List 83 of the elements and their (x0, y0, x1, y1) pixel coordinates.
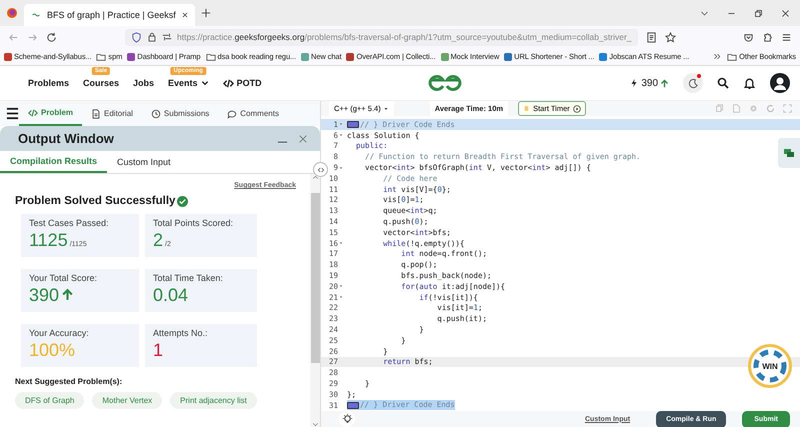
stat-label: Total Points Scored: (153, 218, 234, 228)
code-icon (28, 108, 38, 118)
folder-icon (206, 52, 216, 62)
code-icon (222, 78, 234, 88)
nav-link[interactable]: Problems (28, 78, 70, 88)
browser-tab[interactable]: BFS of graph | Practice | Geeksf (24, 4, 195, 26)
bell-icon[interactable] (743, 76, 756, 90)
document-icon (91, 108, 102, 118)
nav-link[interactable]: Events (168, 78, 198, 88)
problem-tab[interactable]: Comments (218, 101, 288, 126)
tab-title: BFS of graph | Practice | Geeksf (47, 10, 176, 20)
close-icon[interactable] (781, 8, 790, 18)
scroll-down-icon (312, 421, 318, 427)
hint-button[interactable] (339, 411, 355, 427)
output-tab[interactable]: Custom Input (107, 151, 181, 173)
caret-icon (382, 106, 389, 112)
chat-icon (783, 147, 795, 159)
clock-icon (150, 108, 161, 118)
stat-label: Attempts No.: (153, 328, 209, 338)
suggestion-chip[interactable]: DFS of Graph (15, 392, 84, 409)
theme-toggle[interactable] (683, 73, 704, 93)
problem-tab[interactable]: Editorial (82, 101, 142, 126)
close-icon[interactable] (180, 11, 189, 19)
suggestion-chip[interactable]: Mother Vertex (92, 392, 162, 409)
fold-widget[interactable] (347, 402, 359, 409)
stat-value: 390 (29, 285, 60, 306)
extensions-icon[interactable] (762, 32, 773, 42)
suggestion-chip[interactable]: Print adjacency list (170, 392, 257, 409)
chat-button[interactable] (778, 138, 800, 168)
nav-link[interactable]: Courses (83, 78, 120, 88)
window-title: Output Window (18, 131, 115, 146)
split-arrows-icon (316, 166, 324, 174)
menu-icon[interactable] (781, 32, 792, 42)
reload-icon[interactable] (46, 32, 57, 42)
fold-widget[interactable] (347, 121, 359, 128)
arrow-up-icon (660, 78, 670, 88)
stat-label: Your Accuracy: (29, 328, 90, 338)
site-logo-icon[interactable] (427, 72, 464, 94)
check-circle-icon (177, 196, 188, 206)
bolt-icon (629, 78, 640, 88)
problem-tab[interactable]: Submissions (142, 101, 218, 126)
moon-icon (688, 78, 699, 88)
search-icon[interactable] (717, 77, 730, 89)
nav-link[interactable]: POTD (236, 78, 262, 88)
folder-icon (727, 52, 738, 62)
splitter-handle[interactable] (313, 162, 328, 177)
stat-value: 1125 (29, 230, 68, 251)
scroll-up-icon (312, 174, 318, 181)
section-heading: Next Suggested Problem(s): (15, 377, 124, 386)
output-tab[interactable]: Compilation Results (0, 151, 108, 173)
address-bar[interactable]: https://practice.geeksforgeeks.org/problems/bfs-traversal-of-graph/1?utm_source=youtube&utm_medium=collab_striver_ (125, 28, 638, 46)
win-badge[interactable]: WIN (748, 344, 792, 388)
reader-icon[interactable] (646, 32, 657, 42)
star-icon[interactable] (664, 32, 676, 42)
stat-value: 0.04 (153, 285, 188, 306)
more-bookmarks-icon[interactable] (713, 52, 722, 61)
stat-value: 2 (153, 230, 164, 251)
scrollbar[interactable] (310, 174, 320, 427)
chevron-down-icon (200, 79, 209, 87)
stat-label: Total Time Taken: (153, 273, 224, 283)
comment-icon (227, 108, 238, 118)
folder-icon (96, 52, 106, 62)
pocket-icon[interactable] (743, 32, 754, 42)
permissions-icon (162, 32, 172, 42)
stat-value: 100% (29, 340, 76, 361)
play-icon (572, 104, 581, 112)
bulb-icon (342, 414, 352, 425)
chevron-down-icon[interactable] (700, 8, 709, 18)
arrow-up-icon (61, 288, 74, 301)
stat-label: Test Cases Passed: (29, 218, 110, 228)
stat-label: Your Total Score: (29, 273, 98, 283)
streak-count: 390 (641, 78, 658, 88)
restore-icon[interactable] (754, 8, 763, 18)
avatar-icon[interactable] (770, 73, 790, 93)
menu-icon[interactable] (6, 107, 19, 120)
shield-icon (131, 32, 142, 42)
status-heading: Problem Solved Successfully (15, 195, 176, 207)
browser-logo-icon[interactable] (6, 7, 18, 19)
site-logo-icon (30, 11, 42, 19)
lock-icon (147, 32, 157, 42)
nav-link[interactable]: Jobs (133, 78, 154, 88)
new-tab-icon[interactable] (200, 8, 211, 18)
stat-value: 1 (153, 340, 164, 361)
